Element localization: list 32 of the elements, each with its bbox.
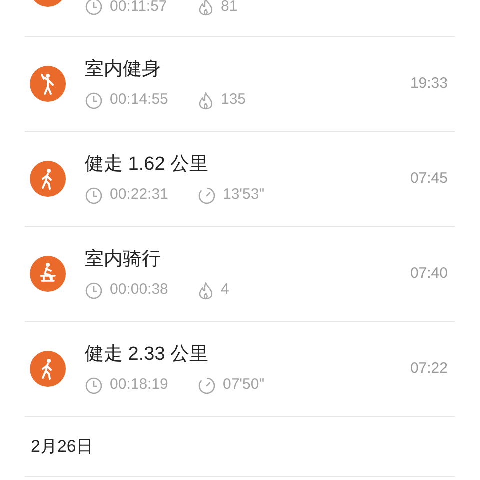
duration-text: 00:22:31 xyxy=(110,185,170,206)
flame-icon xyxy=(198,282,214,300)
activity-title: 室内骑行 xyxy=(85,248,162,272)
clock-icon xyxy=(85,92,103,110)
stopwatch-icon xyxy=(198,376,216,394)
cyclist-icon xyxy=(30,256,66,292)
flame-icon xyxy=(198,0,214,16)
activity-time: 07:22 xyxy=(410,358,448,379)
duration-text: 00:00:38 xyxy=(110,280,170,300)
walking-person-icon xyxy=(30,161,66,197)
stopwatch-icon xyxy=(198,186,216,204)
pace-text: 07'50" xyxy=(223,375,265,396)
duration-text: 00:18:19 xyxy=(110,375,170,396)
activity-time: 19:33 xyxy=(410,74,448,94)
flame-icon xyxy=(198,92,214,110)
clock-icon xyxy=(85,376,103,394)
walking-person-icon xyxy=(30,351,66,387)
calories-text: 81 xyxy=(221,0,238,17)
date-header: 2月26日 xyxy=(31,436,94,458)
duration-text: 00:14:55 xyxy=(110,90,170,110)
clock-icon xyxy=(85,282,103,300)
calories-text: 4 xyxy=(221,280,230,300)
activity-time: 07:40 xyxy=(410,264,448,284)
calories-text: 135 xyxy=(221,90,246,110)
activity-title: 室内健身 xyxy=(85,58,162,82)
activity-title: 健走 2.33 公里 xyxy=(85,342,210,366)
activity-time: 07:45 xyxy=(410,168,448,189)
duration-text: 00:11:57 xyxy=(110,0,168,17)
activity-title: 健走 1.62 公里 xyxy=(85,152,210,176)
clock-icon xyxy=(85,0,103,16)
clock-icon xyxy=(85,186,103,204)
pace-text: 13'53" xyxy=(223,185,265,206)
